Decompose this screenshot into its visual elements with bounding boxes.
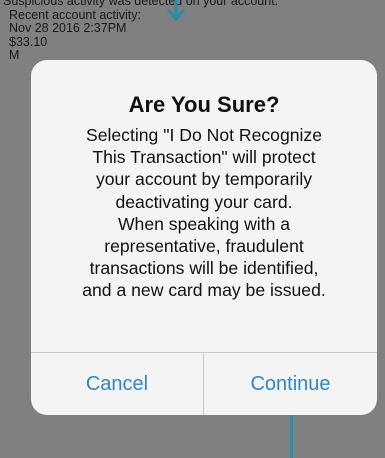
recent-activity-label: Recent account activity: <box>9 8 142 22</box>
message-line: transactions will be identified, <box>89 258 319 279</box>
dialog-content: Are You Sure? Selecting "I Do Not Recogn… <box>31 60 377 352</box>
screen: Suspicious activity was detected on your… <box>0 0 385 458</box>
background-notification-text: Suspicious activity was detected on your… <box>3 0 383 63</box>
cancel-button[interactable]: Cancel <box>31 353 203 415</box>
message-line: Selecting "I Do Not Recognize <box>85 125 323 145</box>
message-line: This Transaction" will protect <box>92 147 316 168</box>
message-line: representative, fraudulent <box>104 236 304 257</box>
message-line: and a new card may be issued. <box>82 280 326 301</box>
transaction-amount: $33.10 <box>9 35 48 49</box>
transaction-datetime: Nov 28 2016 2:37PM <box>9 22 127 35</box>
dialog-message: Selecting "I Do Not Recognize This Trans… <box>44 124 364 302</box>
confirmation-dialog: Are You Sure? Selecting "I Do Not Recogn… <box>31 60 377 415</box>
message-line: your account by temporarily <box>95 169 313 190</box>
dialog-title: Are You Sure? <box>128 92 280 117</box>
message-line: When speaking with a <box>117 213 291 234</box>
annotation-pointer-line <box>290 415 293 458</box>
continue-button[interactable]: Continue <box>204 353 377 415</box>
message-line: deactivating your card. <box>115 191 293 212</box>
arrow-down-icon <box>167 0 185 21</box>
suspicious-activity-text: Suspicious activity was detected on your… <box>3 0 279 8</box>
